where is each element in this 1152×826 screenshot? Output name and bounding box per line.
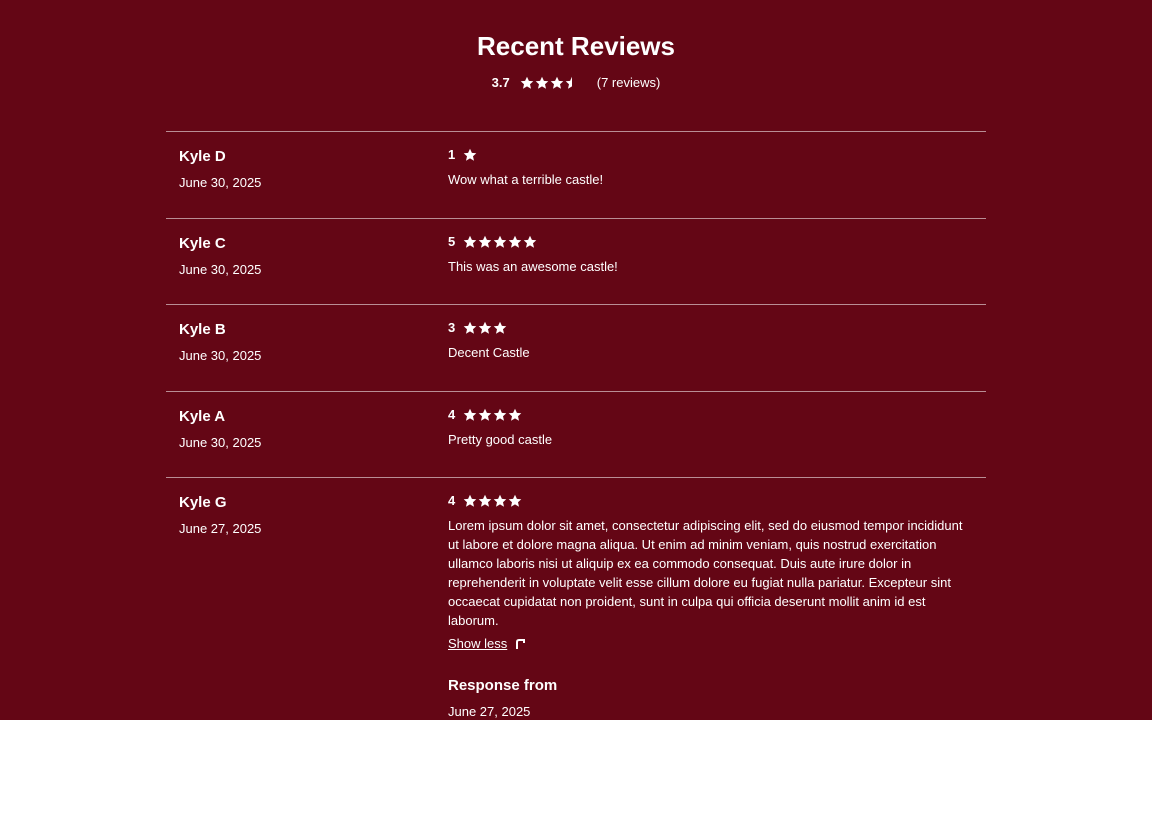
review-item: Kyle G June 27, 2025 4 Lorem ipsum dolor… (166, 477, 986, 720)
rating-summary: 3.7 (7 reviews) (0, 75, 1152, 91)
review-item: Kyle B June 30, 2025 3 Decent Castle (166, 304, 986, 391)
reviewer-name: Kyle C (179, 235, 226, 252)
star-icon (493, 235, 507, 249)
star-icon (478, 408, 492, 422)
star-icon (550, 76, 564, 90)
review-item: Kyle D June 30, 2025 1 Wow what a terrib… (166, 131, 986, 218)
review-list: Kyle D June 30, 2025 1 Wow what a terrib… (166, 131, 986, 720)
star-icon (463, 148, 477, 162)
review-text: Pretty good castle (448, 432, 553, 447)
half-star-icon (565, 76, 579, 90)
review-text: Decent Castle (448, 345, 530, 360)
review-item: Kyle A June 30, 2025 4 Pretty good castl… (166, 391, 986, 477)
rating-stars (463, 148, 477, 162)
reviewer-name: Kyle G (179, 494, 227, 511)
rating-number: 3 (448, 320, 456, 335)
star-icon (463, 408, 477, 422)
rating-stars (463, 408, 522, 422)
star-icon (535, 76, 549, 90)
review-text: This was an awesome castle! (448, 259, 618, 274)
rating-number: 4 (448, 407, 456, 422)
review-text: Lorem ipsum dolor sit amet, consectetur … (448, 518, 963, 628)
star-icon (523, 235, 537, 249)
show-less-link[interactable]: Show less (448, 636, 507, 651)
star-icon (478, 235, 492, 249)
review-date: June 30, 2025 (179, 435, 262, 450)
review-item: Kyle C June 30, 2025 5 This was an aweso… (166, 218, 986, 304)
average-stars (520, 76, 579, 90)
star-icon (463, 494, 477, 508)
reviewer-name: Kyle D (179, 148, 226, 165)
rating-stars (463, 321, 507, 335)
star-icon (478, 494, 492, 508)
review-date: June 27, 2025 (179, 521, 262, 536)
review-date: June 30, 2025 (179, 262, 262, 277)
star-icon (463, 321, 477, 335)
star-icon (508, 494, 522, 508)
cursor-icon (515, 638, 527, 650)
star-icon (508, 235, 522, 249)
star-icon (520, 76, 534, 90)
star-icon (508, 408, 522, 422)
rating-number: 5 (448, 234, 456, 249)
review-date: June 30, 2025 (179, 175, 262, 190)
page-title: Recent Reviews (477, 31, 675, 61)
reviews-panel: Recent Reviews 3.7 (7 reviews) Kyle D Ju… (0, 0, 1152, 720)
rating-stars (463, 235, 537, 249)
rating-number: 4 (448, 493, 456, 508)
review-count: (7 reviews) (596, 75, 661, 90)
rating-stars (463, 494, 522, 508)
average-rating: 3.7 (491, 75, 510, 90)
response-date: June 27, 2025 (448, 704, 531, 719)
response-title: Response from (448, 677, 558, 694)
show-less-row: Show less (448, 636, 970, 651)
star-icon (493, 321, 507, 335)
reviewer-name: Kyle A (179, 408, 226, 425)
star-icon (478, 321, 492, 335)
star-icon (493, 408, 507, 422)
review-date: June 30, 2025 (179, 348, 262, 363)
review-text: Wow what a terrible castle! (448, 172, 604, 187)
star-icon (493, 494, 507, 508)
reviewer-name: Kyle B (179, 321, 226, 338)
star-icon (463, 235, 477, 249)
rating-number: 1 (448, 147, 456, 162)
